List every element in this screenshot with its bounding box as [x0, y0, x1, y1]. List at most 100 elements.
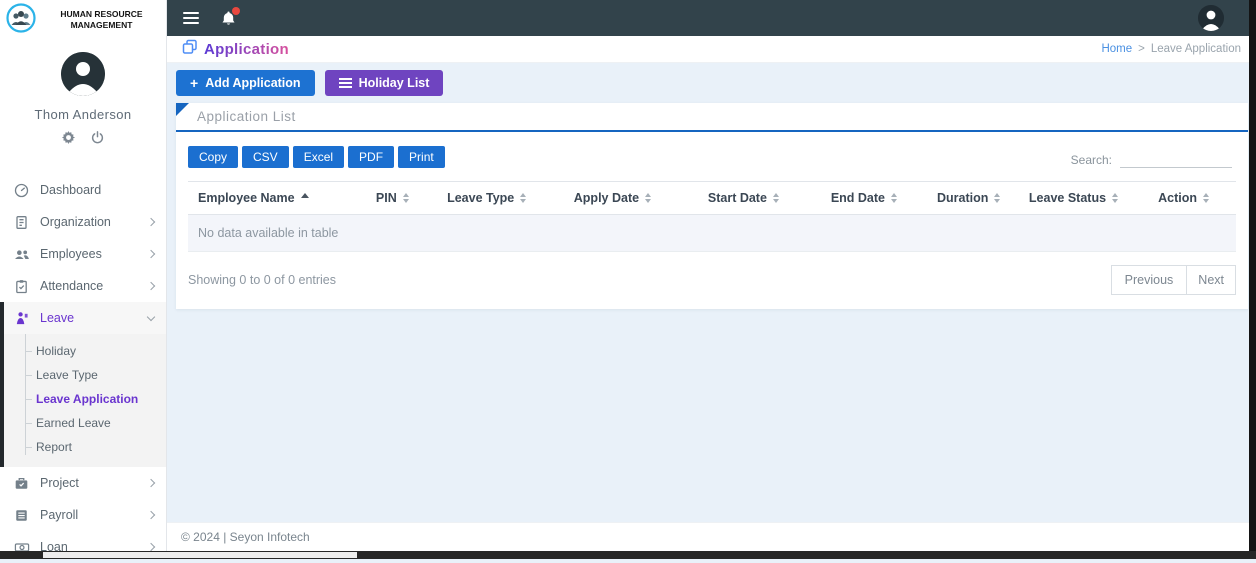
breadcrumb-separator: >: [1138, 43, 1145, 55]
sidebar-item-dashboard[interactable]: Dashboard: [0, 174, 166, 206]
column-header-apply-date[interactable]: Apply Date: [544, 181, 681, 215]
menu-toggle-icon[interactable]: [183, 9, 199, 27]
plus-icon: +: [190, 75, 199, 91]
page-actions: + Add Application Holiday List: [176, 70, 444, 96]
page-title: Application: [204, 40, 289, 58]
sidebar-item-leave[interactable]: Leave: [4, 302, 166, 334]
sidebar-item-project[interactable]: Project: [0, 467, 166, 499]
submenu-item-label: Leave Type: [36, 368, 98, 382]
holiday-list-button[interactable]: Holiday List: [324, 70, 444, 96]
sidebar-nav: Dashboard Organization Employees Attenda…: [0, 174, 166, 563]
payroll-icon: [14, 508, 31, 523]
submenu-item-earned-leave[interactable]: Earned Leave: [4, 411, 166, 435]
copyright-text: © 2024 | Seyon Infotech: [181, 530, 310, 544]
application-table: Employee Name PIN Leave Type Apply Date: [188, 181, 1236, 252]
sidebar-item-label: Attendance: [40, 279, 104, 293]
submenu-item-report[interactable]: Report: [4, 435, 166, 459]
leave-icon: [14, 311, 31, 326]
sidebar: HUMAN RESOURCE MANAGEMENT Thom Anderson: [0, 0, 167, 559]
chevron-right-icon: [146, 281, 156, 291]
user-avatar[interactable]: [61, 52, 105, 96]
submenu-item-label: Holiday: [36, 344, 77, 358]
card-title: Application List: [197, 109, 296, 124]
page-header: Application Home > Leave Application: [167, 36, 1256, 63]
list-icon: [338, 76, 352, 90]
submenu-item-holiday[interactable]: Holiday: [4, 339, 166, 363]
sidebar-item-label: Dashboard: [40, 183, 102, 197]
search-input[interactable]: [1120, 151, 1232, 168]
organization-icon: [14, 215, 31, 230]
column-header-leave-type[interactable]: Leave Type: [429, 181, 545, 215]
pagination: Previous Next: [1110, 265, 1236, 295]
submenu-item-leave-type[interactable]: Leave Type: [4, 363, 166, 387]
sidebar-item-attendance[interactable]: Attendance: [0, 270, 166, 302]
logout-power-icon[interactable]: [91, 131, 104, 144]
empty-message: No data available in table: [188, 214, 1236, 252]
copy-button[interactable]: Copy: [188, 146, 239, 168]
breadcrumb-home-link[interactable]: Home: [1101, 43, 1132, 55]
leave-submenu: Holiday Leave Type Leave Application Ear…: [4, 334, 166, 467]
brand-line2: MANAGEMENT: [70, 20, 133, 30]
column-header-action[interactable]: Action: [1131, 181, 1236, 215]
column-header-end-date[interactable]: End Date: [806, 181, 922, 215]
submenu-item-label: Earned Leave: [36, 416, 111, 430]
sidebar-item-organization[interactable]: Organization: [0, 206, 166, 238]
pdf-button[interactable]: PDF: [348, 146, 395, 168]
attendance-icon: [14, 279, 31, 294]
print-button[interactable]: Print: [398, 146, 445, 168]
search-label: Search:: [1070, 152, 1112, 167]
topbar-user-avatar[interactable]: [1198, 5, 1224, 31]
sidebar-item-employees[interactable]: Employees: [0, 238, 166, 270]
chevron-right-icon: [146, 249, 156, 259]
column-header-start-date[interactable]: Start Date: [680, 181, 807, 215]
brand-name: HUMAN RESOURCE MANAGEMENT: [41, 9, 162, 30]
chevron-down-icon: [146, 312, 156, 321]
chevron-right-icon: [146, 510, 156, 520]
sidebar-item-label: Project: [40, 476, 79, 490]
horizontal-scrollbar-thumb[interactable]: [43, 552, 357, 558]
column-header-leave-status[interactable]: Leave Status: [1015, 181, 1132, 215]
chevron-right-icon: [146, 542, 156, 552]
add-application-button[interactable]: + Add Application: [176, 70, 315, 96]
next-page-button[interactable]: Next: [1186, 265, 1236, 295]
dashboard-icon: [14, 183, 31, 198]
application-list-card: Application List Copy CSV Excel PDF Prin…: [176, 103, 1248, 309]
brand-line1: HUMAN RESOURCE: [60, 9, 143, 20]
settings-gear-icon[interactable]: [62, 131, 75, 144]
sort-icon: [994, 193, 1001, 203]
chevron-right-icon: [146, 217, 156, 227]
submenu-item-leave-application[interactable]: Leave Application: [4, 387, 166, 411]
empty-table-row: No data available in table: [188, 214, 1236, 252]
sidebar-leave-group: Leave Holiday Leave Type Leave Applicati…: [0, 302, 166, 467]
previous-page-button[interactable]: Previous: [1110, 265, 1188, 295]
sort-icon: [772, 193, 779, 203]
horizontal-scrollbar[interactable]: [0, 551, 1256, 559]
brand[interactable]: HUMAN RESOURCE MANAGEMENT: [0, 0, 166, 38]
page-footer: © 2024 | Seyon Infotech: [167, 522, 1256, 551]
column-header-duration[interactable]: Duration: [921, 181, 1016, 215]
submenu-item-label: Leave Application: [36, 392, 139, 406]
user-name: Thom Anderson: [34, 107, 132, 122]
employees-icon: [14, 247, 31, 262]
sort-icon: [645, 193, 652, 203]
sort-icon: [891, 193, 897, 203]
sidebar-item-payroll[interactable]: Payroll: [0, 499, 166, 531]
notifications-bell-icon[interactable]: [221, 7, 240, 26]
vertical-scrollbar[interactable]: [1249, 0, 1256, 559]
column-header-pin[interactable]: PIN: [355, 181, 430, 215]
sort-icon: [1112, 193, 1119, 203]
breadcrumb-current: Leave Application: [1150, 43, 1241, 55]
sort-icon: [520, 193, 527, 203]
column-header-employee-name[interactable]: Employee Name: [188, 181, 356, 215]
breadcrumb: Home > Leave Application: [1101, 43, 1241, 55]
sort-icon: [402, 193, 409, 203]
csv-button[interactable]: CSV: [242, 146, 289, 168]
sidebar-item-label: Leave: [40, 311, 75, 325]
sidebar-item-label: Organization: [40, 215, 111, 229]
card-corner-fold: [176, 103, 189, 116]
sort-ascending-icon: [300, 192, 309, 198]
card-header: Application List: [176, 103, 1248, 132]
brand-logo-icon: [6, 2, 36, 38]
excel-button[interactable]: Excel: [292, 146, 345, 168]
sort-icon: [1203, 193, 1209, 203]
